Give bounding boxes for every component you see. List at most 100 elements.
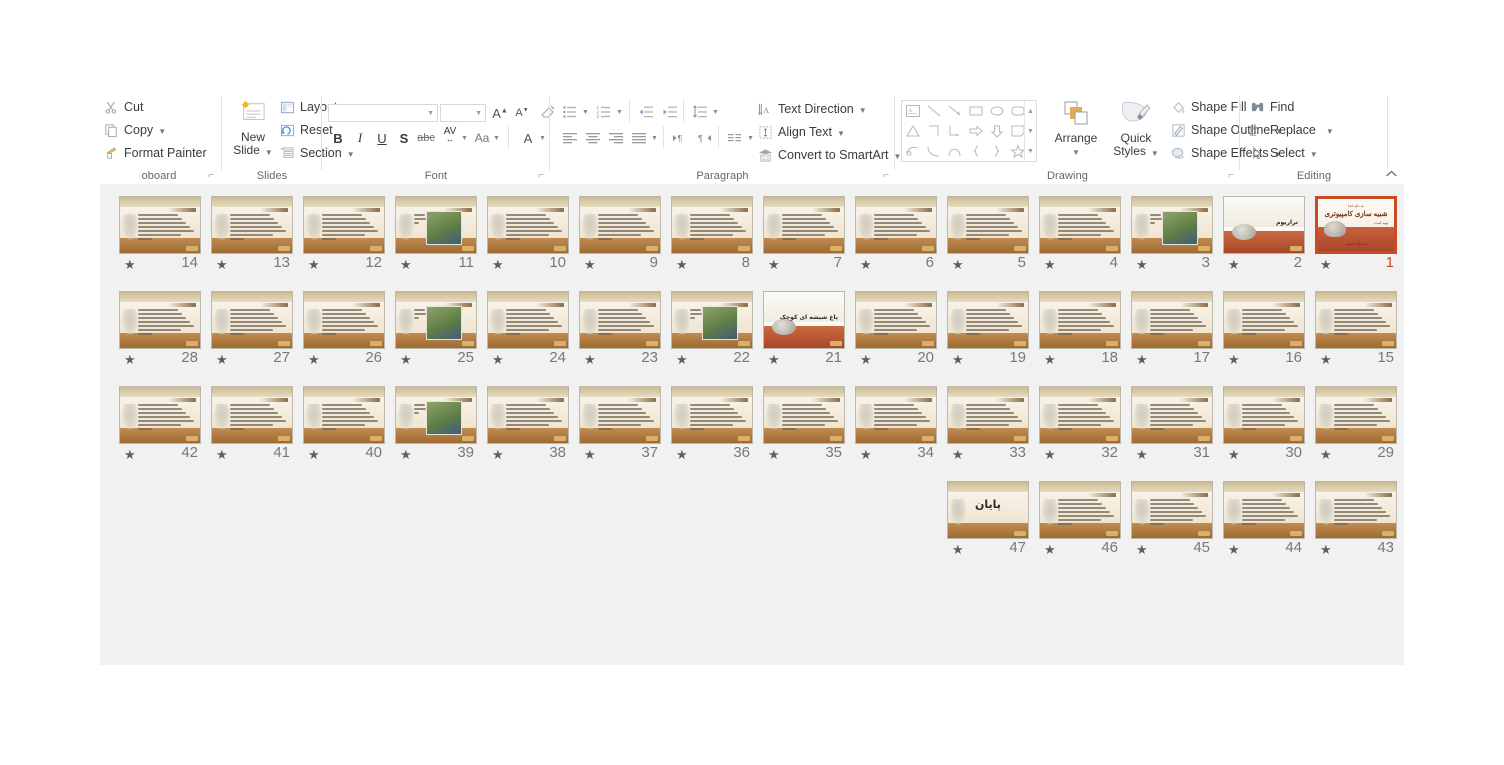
- slide-thumbnail-19[interactable]: ★ 19: [942, 291, 1034, 371]
- slide-thumbnail-image[interactable]: [855, 291, 937, 349]
- animation-star-icon[interactable]: ★: [124, 448, 136, 461]
- animation-star-icon[interactable]: ★: [492, 448, 504, 461]
- shapes-gallery[interactable]: A ▲ ▼ ▼: [901, 100, 1037, 162]
- slide-thumbnail-image[interactable]: [487, 386, 569, 444]
- text-box-shape[interactable]: A: [902, 101, 923, 121]
- slide-thumbnail-image[interactable]: [671, 291, 753, 349]
- slide-thumbnail-30[interactable]: ★ 30: [1218, 386, 1310, 466]
- animation-star-icon[interactable]: ★: [1136, 353, 1148, 366]
- slide-thumbnail-9[interactable]: ★ 9: [574, 196, 666, 276]
- chevron-down-icon[interactable]: ▼: [746, 128, 755, 148]
- slide-thumbnail-15[interactable]: ★ 15: [1310, 291, 1402, 371]
- rtl-text-direction-button[interactable]: ¶: [695, 128, 715, 148]
- slide-thumbnail-32[interactable]: ★ 32: [1034, 386, 1126, 466]
- left-brace-shape[interactable]: [965, 141, 986, 161]
- right-brace-shape[interactable]: [986, 141, 1007, 161]
- animation-star-icon[interactable]: ★: [400, 258, 412, 271]
- slide-thumbnail-36[interactable]: ★ 36: [666, 386, 758, 466]
- slide-thumbnail-37[interactable]: ★ 37: [574, 386, 666, 466]
- slide-thumbnail-31[interactable]: ★ 31: [1126, 386, 1218, 466]
- animation-star-icon[interactable]: ★: [1136, 448, 1148, 461]
- slide-thumbnail-image[interactable]: [1223, 386, 1305, 444]
- slide-thumbnail-18[interactable]: ★ 18: [1034, 291, 1126, 371]
- slide-thumbnail-image[interactable]: [303, 291, 385, 349]
- slide-thumbnail-41[interactable]: ★ 41: [206, 386, 298, 466]
- chevron-down-icon[interactable]: ▼: [538, 128, 547, 148]
- find-button[interactable]: Find: [1250, 100, 1294, 115]
- chevron-down-icon[interactable]: ▼: [581, 102, 590, 122]
- increase-indent-button[interactable]: [660, 102, 680, 122]
- slide-thumbnail-40[interactable]: ★ 40: [298, 386, 390, 466]
- down-arrow-shape[interactable]: [986, 121, 1007, 141]
- strikethrough-button[interactable]: abc: [416, 128, 436, 148]
- cut-button[interactable]: Cut: [104, 100, 143, 115]
- drawing-dialog-launcher[interactable]: ⌐: [1228, 170, 1234, 181]
- animation-star-icon[interactable]: ★: [1320, 543, 1332, 556]
- slide-thumbnail-image[interactable]: [487, 196, 569, 254]
- animation-star-icon[interactable]: ★: [308, 258, 320, 271]
- slide-thumbnail-14[interactable]: ★ 14: [114, 196, 206, 276]
- slide-thumbnail-27[interactable]: ★ 27: [206, 291, 298, 371]
- slide-thumbnail-image[interactable]: [671, 386, 753, 444]
- animation-star-icon[interactable]: ★: [1044, 258, 1056, 271]
- collapse-ribbon-button[interactable]: [1385, 169, 1398, 182]
- animation-star-icon[interactable]: ★: [584, 448, 596, 461]
- curve-shape[interactable]: [923, 141, 944, 161]
- slide-thumbnail-2[interactable]: تراریوم ★ 2: [1218, 196, 1310, 276]
- slide-thumbnail-image[interactable]: [1039, 196, 1121, 254]
- animation-star-icon[interactable]: ★: [1320, 353, 1332, 366]
- slide-thumbnail-image[interactable]: [1039, 291, 1121, 349]
- slide-thumbnail-35[interactable]: ★ 35: [758, 386, 850, 466]
- text-direction-button[interactable]: A Text Direction ▼: [758, 102, 867, 117]
- slide-thumbnail-image[interactable]: [303, 196, 385, 254]
- slide-thumbnail-22[interactable]: ★ 22: [666, 291, 758, 371]
- animation-star-icon[interactable]: ★: [952, 448, 964, 461]
- slide-thumbnail-39[interactable]: ★ 39: [390, 386, 482, 466]
- animation-star-icon[interactable]: ★: [124, 258, 136, 271]
- slide-thumbnail-image[interactable]: [763, 196, 845, 254]
- slide-thumbnail-5[interactable]: ★ 5: [942, 196, 1034, 276]
- slide-thumbnail-image[interactable]: [763, 386, 845, 444]
- chevron-down-icon[interactable]: ▼: [859, 106, 867, 115]
- align-left-button[interactable]: [560, 128, 580, 148]
- italic-button[interactable]: I: [350, 128, 370, 148]
- slide-thumbnail-17[interactable]: ★ 17: [1126, 291, 1218, 371]
- animation-star-icon[interactable]: ★: [492, 353, 504, 366]
- slide-thumbnail-24[interactable]: ★ 24: [482, 291, 574, 371]
- chevron-down-icon[interactable]: ▼: [427, 110, 434, 117]
- slide-thumbnail-image[interactable]: تراریوم: [1223, 196, 1305, 254]
- decrease-indent-button[interactable]: [636, 102, 656, 122]
- increase-font-size-button[interactable]: A▲: [490, 103, 510, 123]
- font-name-combobox[interactable]: ▼: [328, 104, 438, 122]
- animation-star-icon[interactable]: ★: [1228, 353, 1240, 366]
- animation-star-icon[interactable]: ★: [308, 448, 320, 461]
- animation-star-icon[interactable]: ★: [1044, 448, 1056, 461]
- animation-star-icon[interactable]: ★: [584, 258, 596, 271]
- animation-star-icon[interactable]: ★: [1136, 258, 1148, 271]
- animation-star-icon[interactable]: ★: [216, 258, 228, 271]
- animation-star-icon[interactable]: ★: [768, 258, 780, 271]
- animation-star-icon[interactable]: ★: [768, 448, 780, 461]
- slide-thumbnail-21[interactable]: باغ شیشه ای کوچک ★ 21: [758, 291, 850, 371]
- bullets-button[interactable]: [560, 102, 580, 122]
- right-arrow-shape[interactable]: [965, 121, 986, 141]
- slide-thumbnail-image[interactable]: [303, 386, 385, 444]
- slide-thumbnail-7[interactable]: ★ 7: [758, 196, 850, 276]
- scribble-shape[interactable]: [902, 141, 923, 161]
- slide-thumbnail-image[interactable]: [855, 386, 937, 444]
- clipboard-dialog-launcher[interactable]: ⌐: [208, 170, 214, 181]
- animation-star-icon[interactable]: ★: [216, 448, 228, 461]
- align-text-button[interactable]: Align Text ▼: [758, 125, 845, 140]
- new-slide-button[interactable]: New Slide ▼: [230, 100, 276, 158]
- slide-thumbnail-image[interactable]: [1039, 386, 1121, 444]
- decrease-font-size-button[interactable]: A▼: [512, 103, 532, 123]
- underline-button[interactable]: U: [372, 128, 392, 148]
- animation-star-icon[interactable]: ★: [1044, 353, 1056, 366]
- slide-thumbnail-29[interactable]: ★ 29: [1310, 386, 1402, 466]
- align-center-button[interactable]: [583, 128, 603, 148]
- slide-thumbnail-11[interactable]: ★ 11: [390, 196, 482, 276]
- animation-star-icon[interactable]: ★: [584, 353, 596, 366]
- animation-star-icon[interactable]: ★: [124, 353, 136, 366]
- columns-button[interactable]: [725, 128, 745, 148]
- quick-styles-button[interactable]: Quick Styles ▼: [1109, 100, 1163, 159]
